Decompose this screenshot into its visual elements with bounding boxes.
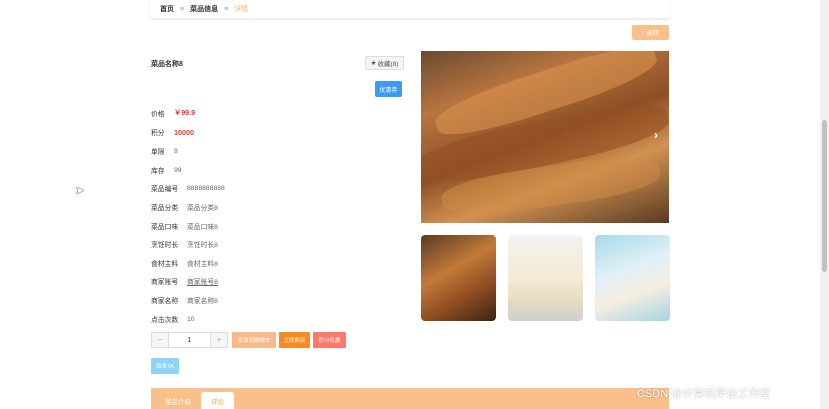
info-label: 单限 — [151, 149, 165, 156]
info-label: 库存 — [151, 168, 165, 175]
info-row-cook-time: 烹饪时长 烹饪时长8 — [151, 239, 218, 249]
clicks-value: 10 — [187, 315, 195, 323]
info-label: 商家名称 — [151, 298, 179, 305]
info-row-merchant-name: 商家名称 商家名称8 — [151, 295, 218, 305]
info-label: 商家账号 — [151, 279, 179, 286]
stock-value: 99 — [174, 166, 182, 174]
info-row-limit: 单限 8 — [151, 146, 178, 157]
mouse-cursor-icon: ➤ — [75, 185, 85, 197]
tab-intro[interactable]: 菜品介绍 — [155, 392, 201, 409]
breadcrumb: 首页 ≡ 菜品信息 ≡ 详情 — [150, 0, 669, 19]
info-row-points: 积分 10000 — [151, 127, 194, 138]
main-product-image — [421, 51, 669, 223]
scrollbar-thumb[interactable] — [822, 120, 827, 272]
contact-button[interactable]: 联系TA — [151, 358, 179, 374]
info-row-clicks: 点击次数 10 — [151, 314, 195, 325]
info-row-ingredient: 食材主料 食材主料8 — [151, 258, 218, 268]
limit-value: 8 — [174, 147, 178, 155]
info-label: 价格 — [151, 111, 165, 118]
buy-now-button[interactable]: 立即购买 — [279, 332, 310, 348]
breadcrumb-separator: ≡ — [180, 5, 185, 13]
watermark: CSDN @计算机毕设工作室 — [637, 388, 771, 400]
info-row-merchant-account: 商家账号 商家账号8 — [151, 276, 218, 286]
category-value: 菜品分类8 — [187, 205, 218, 212]
points-redeem-button[interactable]: 积分兑换 — [313, 332, 346, 348]
thumbnail-image[interactable] — [595, 235, 670, 321]
info-label: 食材主料 — [151, 261, 179, 268]
quantity-input[interactable]: 1 — [168, 333, 211, 347]
code-value: 8888888888 — [187, 184, 225, 192]
star-icon: ★ — [370, 60, 377, 67]
price-value: ￥99.9 — [174, 108, 196, 117]
cook-time-value: 烹饪时长8 — [187, 242, 218, 249]
breadcrumb-home[interactable]: 首页 — [160, 4, 174, 14]
scrollbar[interactable] — [820, 0, 829, 409]
breadcrumb-current: 详情 — [234, 6, 249, 13]
merchant-name-value: 商家名称8 — [187, 298, 218, 305]
quantity-stepper: − 1 + — [151, 332, 228, 348]
flavor-value: 菜品口味8 — [187, 224, 218, 231]
add-to-cart-button[interactable]: 添加到购物车 — [232, 332, 276, 348]
quantity-minus-button[interactable]: − — [152, 333, 168, 347]
coupon-button[interactable]: 优惠券 — [375, 81, 402, 97]
quantity-plus-button[interactable]: + — [211, 333, 227, 347]
breadcrumb-section[interactable]: 菜品信息 — [190, 4, 218, 14]
back-button-label: 返回 — [646, 31, 659, 37]
info-label: 菜品分类 — [151, 205, 179, 212]
thumbnail-image[interactable] — [421, 235, 496, 321]
detail-tabs: 菜品介绍 评论 — [151, 388, 669, 409]
chevron-left-icon: ‹ — [642, 29, 645, 36]
info-label: 菜品编号 — [151, 186, 179, 193]
carousel-next-arrow[interactable]: › — [654, 128, 658, 142]
tab-comments[interactable]: 评论 — [201, 392, 234, 409]
points-value: 10000 — [174, 127, 194, 137]
info-row-stock: 库存 99 — [151, 165, 182, 176]
info-label: 点击次数 — [151, 317, 179, 324]
info-label: 菜品口味 — [151, 224, 179, 231]
merchant-account-link[interactable]: 商家账号8 — [187, 276, 218, 286]
breadcrumb-separator: ≡ — [224, 5, 229, 13]
back-button[interactable]: ‹ 返回 — [632, 25, 669, 40]
ingredient-value: 食材主料8 — [187, 261, 218, 268]
info-row-flavor: 菜品口味 菜品口味8 — [151, 221, 218, 231]
info-row-category: 菜品分类 菜品分类8 — [151, 202, 218, 212]
info-label: 烹饪时长 — [151, 242, 179, 249]
info-row-price: 价格 ￥99.9 — [151, 108, 195, 118]
collect-button[interactable]: ★ 收藏(8) — [365, 56, 404, 70]
thumbnail-image[interactable] — [508, 235, 583, 321]
collect-label: 收藏(8) — [377, 61, 399, 68]
product-name: 菜品名称8 — [151, 61, 183, 68]
info-row-code: 菜品编号 8888888888 — [151, 183, 225, 194]
info-label: 积分 — [151, 130, 165, 137]
